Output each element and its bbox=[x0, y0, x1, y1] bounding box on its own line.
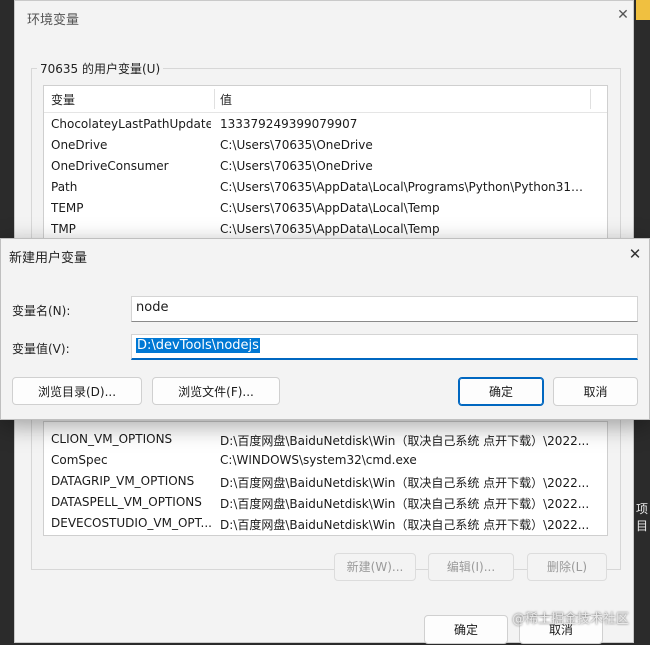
watermark: @稀土掘金技术社区 bbox=[512, 612, 630, 627]
table-row[interactable]: OneDrive C:\Users\70635\OneDrive bbox=[44, 135, 607, 156]
variable-value: C:\Users\70635\AppData\Local\Programs\Py… bbox=[220, 180, 590, 194]
browse-file-button[interactable]: 浏览文件(F)... bbox=[152, 377, 280, 405]
table-row[interactable]: TEMP C:\Users\70635\AppData\Local\Temp bbox=[44, 198, 607, 219]
ok-button[interactable]: 确定 bbox=[424, 615, 508, 644]
cancel-button[interactable]: 取消 bbox=[553, 377, 638, 406]
variable-name: OneDriveConsumer bbox=[51, 159, 169, 173]
variable-value: D:\百度网盘\BaiduNetdisk\Win（取决自己系统 点开下载）\20… bbox=[220, 497, 590, 511]
variable-name: TMP bbox=[51, 222, 76, 236]
variable-value: D:\百度网盘\BaiduNetdisk\Win（取决自己系统 点开下载）\20… bbox=[220, 434, 590, 448]
new-system-variable-button[interactable]: 新建(W)... bbox=[334, 553, 416, 581]
table-row[interactable]: DEVECOSTUDIO_VM_OPT... D:\百度网盘\BaiduNetd… bbox=[44, 513, 607, 534]
variable-value: C:\WINDOWS\system32\cmd.exe bbox=[220, 453, 417, 467]
dialog-title: 环境变量 bbox=[27, 13, 80, 28]
variable-value: D:\百度网盘\BaiduNetdisk\Win（取决自己系统 点开下载）\20… bbox=[220, 476, 590, 490]
close-icon[interactable]: ✕ bbox=[613, 7, 633, 23]
variable-name: DATAGRIP_VM_OPTIONS bbox=[51, 474, 195, 488]
variable-value: 133379249399079907 bbox=[220, 117, 358, 131]
column-header-name[interactable]: 变量 bbox=[51, 91, 75, 108]
table-row[interactable]: OneDriveConsumer C:\Users\70635\OneDrive bbox=[44, 156, 607, 177]
variable-value-label: 变量值(V): bbox=[12, 342, 70, 356]
delete-system-variable-button[interactable]: 删除(L) bbox=[527, 553, 607, 581]
background-edge-text: 项目 bbox=[636, 502, 649, 533]
table-row[interactable]: Path C:\Users\70635\AppData\Local\Progra… bbox=[44, 177, 607, 198]
column-divider[interactable] bbox=[214, 89, 215, 109]
table-row[interactable]: DATASPELL_VM_OPTIONS D:\百度网盘\BaiduNetdis… bbox=[44, 492, 607, 513]
close-icon[interactable]: ✕ bbox=[625, 245, 645, 263]
variable-value: C:\Users\70635\OneDrive bbox=[220, 159, 373, 173]
new-user-variable-dialog: 新建用户变量 ✕ 变量名(N): node 变量值(V): D:\devTool… bbox=[0, 238, 650, 420]
table-row[interactable]: ChocolateyLastPathUpdate 133379249399079… bbox=[44, 114, 607, 135]
variable-name: CLION_VM_OPTIONS bbox=[51, 432, 173, 446]
user-variables-label: 70635 的用户变量(U) bbox=[37, 60, 164, 77]
variable-name: ChocolateyLastPathUpdate bbox=[51, 117, 211, 131]
variable-name: OneDrive bbox=[51, 138, 108, 152]
ok-button[interactable]: 确定 bbox=[458, 377, 544, 406]
variable-value: D:\百度网盘\BaiduNetdisk\Win（取决自己系统 点开下载）\20… bbox=[220, 518, 590, 532]
variable-name: DEVECOSTUDIO_VM_OPT... bbox=[51, 516, 211, 530]
browse-directory-button[interactable]: 浏览目录(D)... bbox=[12, 377, 142, 405]
edit-system-variable-button[interactable]: 编辑(I)... bbox=[428, 553, 514, 581]
variable-value-selection: D:\devTools\nodejs bbox=[136, 338, 260, 353]
variable-name: TEMP bbox=[51, 201, 84, 215]
dialog-title: 新建用户变量 bbox=[9, 251, 88, 266]
user-variables-list[interactable]: 变量 值 ChocolateyLastPathUpdate 1333792493… bbox=[43, 85, 608, 241]
column-header-value[interactable]: 值 bbox=[220, 91, 232, 108]
variable-name-field[interactable]: node bbox=[131, 296, 638, 322]
variable-name: Path bbox=[51, 180, 78, 194]
list-header: 变量 值 bbox=[44, 86, 607, 113]
variable-name-label: 变量名(N): bbox=[12, 304, 71, 318]
variable-name: DATASPELL_VM_OPTIONS bbox=[51, 495, 202, 509]
background-window-fragment bbox=[636, 0, 650, 20]
column-divider[interactable] bbox=[590, 89, 591, 109]
variable-value: C:\Users\70635\AppData\Local\Temp bbox=[220, 222, 440, 236]
variable-name-value: node bbox=[136, 300, 169, 315]
system-variables-list[interactable]: CLION_VM_OPTIONS D:\百度网盘\BaiduNetdisk\Wi… bbox=[43, 421, 608, 536]
variable-name: ComSpec bbox=[51, 453, 108, 467]
table-row[interactable]: TMP C:\Users\70635\AppData\Local\Temp bbox=[44, 219, 607, 240]
table-row[interactable]: DATAGRIP_VM_OPTIONS D:\百度网盘\BaiduNetdisk… bbox=[44, 471, 607, 492]
variable-value: C:\Users\70635\OneDrive bbox=[220, 138, 373, 152]
table-row[interactable]: CLION_VM_OPTIONS D:\百度网盘\BaiduNetdisk\Wi… bbox=[44, 429, 607, 450]
variable-value: C:\Users\70635\AppData\Local\Temp bbox=[220, 201, 440, 215]
table-row[interactable]: ComSpec C:\WINDOWS\system32\cmd.exe bbox=[44, 450, 607, 471]
variable-value-field[interactable]: D:\devTools\nodejs bbox=[131, 334, 638, 360]
